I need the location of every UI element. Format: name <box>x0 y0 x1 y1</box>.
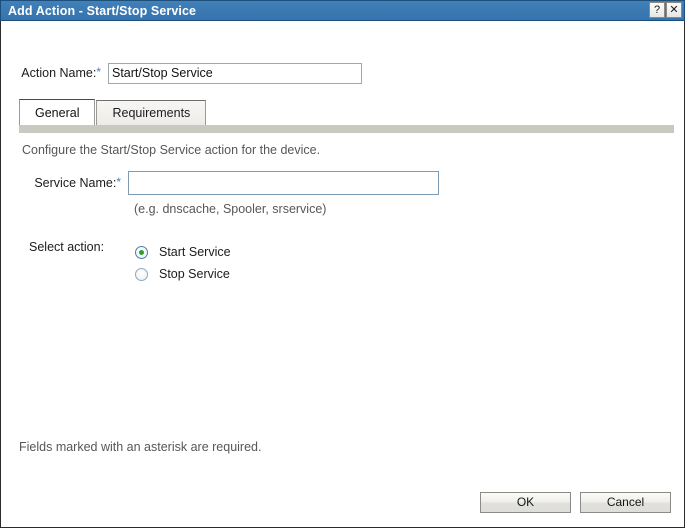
action-name-input[interactable] <box>108 63 362 84</box>
action-name-row: Action Name:* <box>1 61 685 85</box>
tab-separator <box>19 125 674 133</box>
select-action-radio-group: Start Service Stop Service <box>135 241 231 285</box>
service-name-label: Service Name:* <box>1 176 124 190</box>
service-name-hint: (e.g. dnscache, Spooler, srservice) <box>134 202 326 216</box>
dialog-title: Add Action - Start/Stop Service <box>1 4 196 18</box>
radio-stop-service-label: Stop Service <box>159 267 230 281</box>
radio-stop-service[interactable]: Stop Service <box>135 263 231 285</box>
tab-bar: General Requirements <box>19 99 206 125</box>
add-action-dialog: Add Action - Start/Stop Service ? ✕ Acti… <box>0 0 685 528</box>
radio-start-service-label: Start Service <box>159 245 231 259</box>
cancel-button[interactable]: Cancel <box>580 492 671 513</box>
action-name-label-text: Action Name: <box>21 66 96 80</box>
tab-requirements[interactable]: Requirements <box>96 100 206 125</box>
radio-start-service[interactable]: Start Service <box>135 241 231 263</box>
select-action-label: Select action: <box>29 240 104 254</box>
radio-icon <box>135 268 148 281</box>
service-name-label-text: Service Name: <box>34 176 116 190</box>
close-icon[interactable]: ✕ <box>666 2 682 18</box>
panel-description: Configure the Start/Stop Service action … <box>22 143 320 157</box>
dialog-titlebar: Add Action - Start/Stop Service ? ✕ <box>0 0 685 21</box>
service-name-input[interactable] <box>128 171 439 195</box>
help-icon[interactable]: ? <box>649 2 665 18</box>
titlebar-buttons: ? ✕ <box>649 2 682 18</box>
tab-general[interactable]: General <box>19 99 95 125</box>
required-fields-note: Fields marked with an asterisk are requi… <box>19 440 261 454</box>
ok-button[interactable]: OK <box>480 492 571 513</box>
required-asterisk: * <box>96 65 101 79</box>
radio-icon <box>135 246 148 259</box>
required-asterisk: * <box>116 175 121 189</box>
action-name-label: Action Name:* <box>1 66 104 80</box>
service-name-row: Service Name:* <box>1 170 685 196</box>
dialog-button-bar: OK Cancel <box>480 492 671 513</box>
